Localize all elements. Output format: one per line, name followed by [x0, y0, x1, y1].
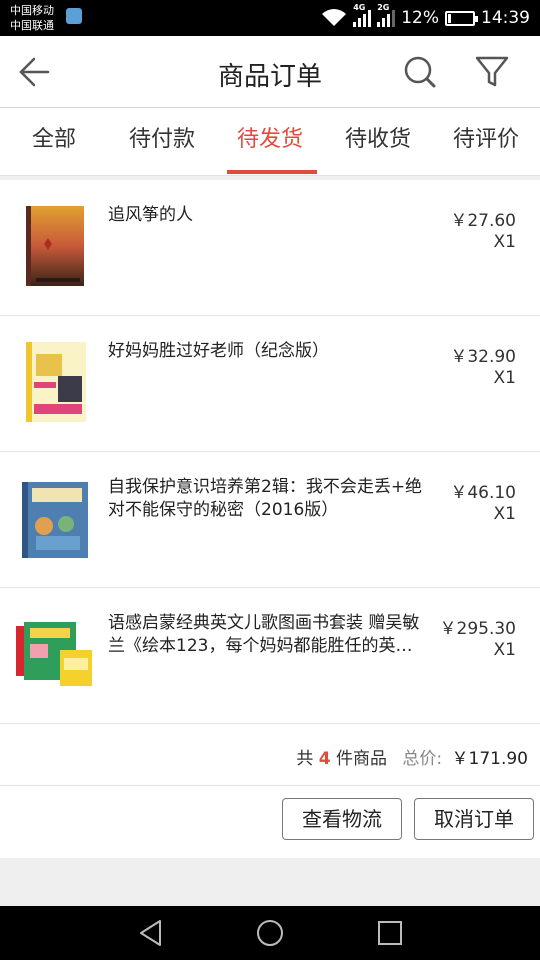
product-price: ￥27.60	[450, 211, 516, 231]
nav-back-button[interactable]	[136, 918, 166, 948]
view-logistics-button[interactable]: 查看物流	[282, 798, 402, 840]
tab-pending-review[interactable]: 待评价	[432, 108, 540, 176]
order-summary: 共 4 件商品 总价: ￥171.90	[0, 724, 540, 786]
product-image	[14, 476, 96, 560]
order-item[interactable]: 好妈妈胜过好老师（纪念版） ￥32.90 X1	[0, 316, 540, 452]
product-price: ￥295.30	[439, 619, 516, 639]
wifi-icon	[322, 9, 347, 26]
net-type-1: 4G	[353, 3, 366, 12]
summary-line: 共 4 件商品 总价: ￥171.90	[296, 744, 528, 769]
battery-percent: 12%	[401, 8, 439, 28]
carrier-2: 中国联通	[10, 19, 54, 32]
signal-icon-1: 4G	[353, 3, 372, 27]
net-type-2: 2G	[377, 3, 390, 12]
order-item[interactable]: 语感启蒙经典英文儿歌图画书套装 赠吴敏兰《绘本123，每个妈妈都能胜任的英… ￥…	[0, 588, 540, 724]
carrier-info: 中国移动 中国联通	[10, 3, 54, 33]
product-quantity: X1	[493, 640, 516, 660]
tab-pending-payment[interactable]: 待付款	[108, 108, 216, 176]
summary-suffix: 件商品	[335, 749, 387, 769]
tab-pending-receipt[interactable]: 待收货	[324, 108, 432, 176]
product-title: 语感启蒙经典英文儿歌图画书套装 赠吴敏兰《绘本123，每个妈妈都能胜任的英…	[108, 613, 420, 656]
product-image	[14, 340, 96, 424]
battery-icon	[445, 10, 478, 26]
triangle-back-icon	[140, 920, 161, 946]
product-title: 追风筝的人	[108, 205, 193, 225]
app-header: 商品订单	[0, 36, 540, 108]
product-price: ￥32.90	[450, 347, 516, 367]
order-item[interactable]: 追风筝的人 ￥27.60 X1	[0, 180, 540, 316]
order-status-tabs: 全部 待付款 待发货 待收货 待评价	[0, 108, 540, 176]
product-quantity: X1	[493, 368, 516, 388]
nav-recent-apps-button[interactable]	[375, 918, 405, 948]
item-count: 4	[318, 749, 331, 769]
product-image	[14, 204, 96, 288]
page-title: 商品订单	[217, 62, 322, 92]
system-navigation-bar	[0, 906, 540, 960]
nav-home-button[interactable]	[255, 918, 285, 948]
order-item-list: 追风筝的人 ￥27.60 X1 好妈妈胜过好老师（纪念版） ￥32.90 X1	[0, 180, 540, 724]
product-image	[14, 612, 96, 696]
tab-all[interactable]: 全部	[0, 108, 108, 176]
product-quantity: X1	[493, 504, 516, 524]
product-price: ￥46.10	[450, 483, 516, 503]
filter-button[interactable]	[470, 52, 514, 92]
circle-home-icon	[257, 920, 283, 946]
total-price: ￥171.90	[451, 749, 528, 769]
carrier-app-icon	[66, 8, 82, 24]
carrier-1: 中国移动	[10, 4, 54, 17]
filter-icon	[475, 56, 509, 87]
total-label: 总价:	[402, 749, 443, 769]
product-title: 自我保护意识培养第2辑：我不会走丢+绝对不能保守的秘密（2016版）	[108, 477, 423, 520]
product-quantity: X1	[493, 232, 516, 252]
cancel-order-button[interactable]: 取消订单	[414, 798, 534, 840]
product-title: 好妈妈胜过好老师（纪念版）	[108, 341, 329, 361]
search-button[interactable]	[398, 52, 442, 92]
search-icon	[404, 56, 436, 88]
order-actions: 查看物流 取消订单	[0, 786, 540, 858]
order-item[interactable]: 自我保护意识培养第2辑：我不会走丢+绝对不能保守的秘密（2016版） ￥46.1…	[0, 452, 540, 588]
square-recent-icon	[378, 921, 402, 945]
tab-pending-shipment[interactable]: 待发货	[216, 108, 324, 176]
signal-icon-2: 2G	[377, 3, 396, 27]
status-bar: 中国移动 中国联通 4G 2G 12% 14:39	[0, 0, 540, 36]
status-indicators: 4G 2G 12% 14:39	[321, 0, 530, 36]
active-tab-indicator	[227, 170, 317, 174]
clock: 14:39	[481, 8, 530, 28]
summary-prefix: 共	[296, 749, 314, 769]
